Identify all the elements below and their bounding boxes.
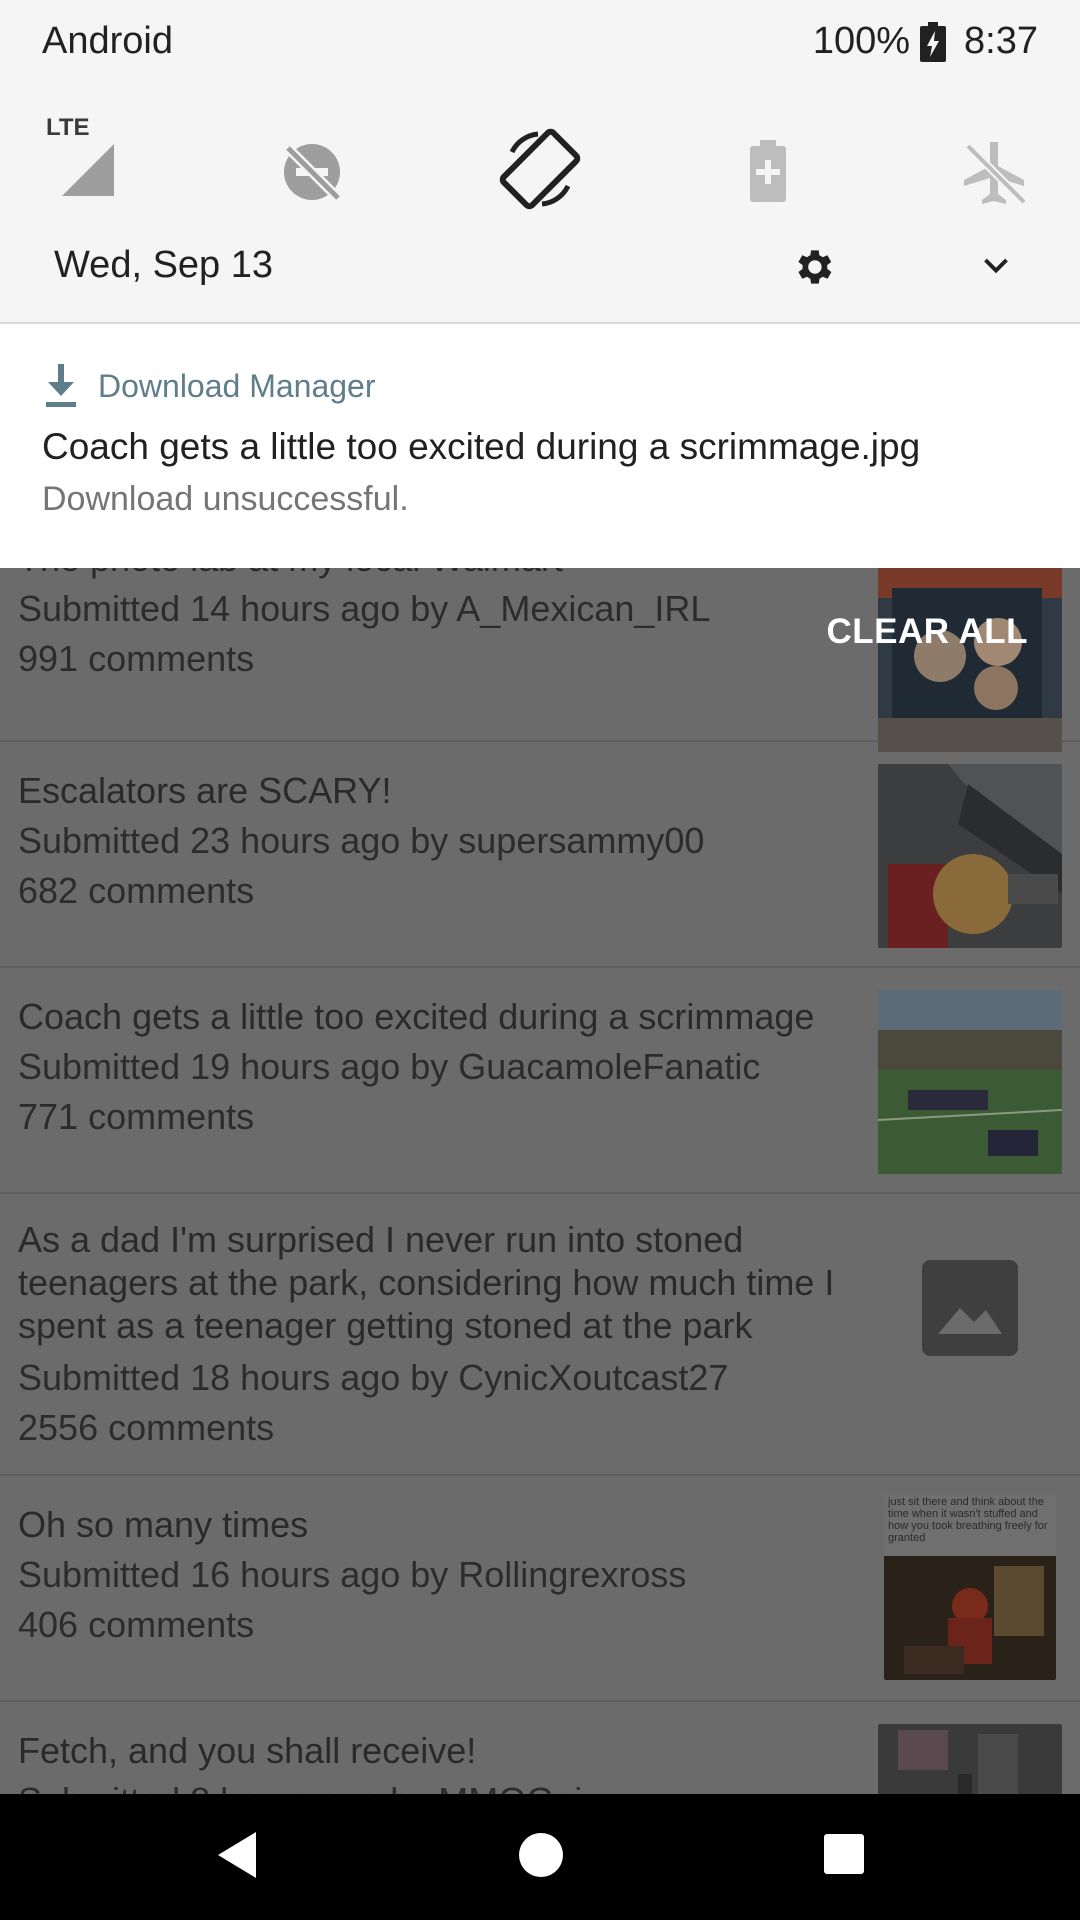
notification-body: Download unsuccessful. — [42, 480, 409, 518]
battery-percent: 100% — [812, 20, 911, 62]
do-not-disturb-off-icon[interactable] — [262, 112, 362, 212]
date-label: Wed, Sep 13 — [54, 244, 274, 286]
status-bar: Android 100% 8:37 — [0, 0, 1080, 86]
home-icon[interactable] — [516, 1830, 566, 1880]
post-thumbnail[interactable] — [878, 990, 1062, 1174]
list-item[interactable]: Coach gets a little too excited during a… — [0, 968, 1080, 1194]
navigation-bar — [0, 1794, 1080, 1920]
post-meta: Submitted 14 hours ago by A_Mexican_IRL — [18, 588, 711, 629]
post-meta: Submitted 23 hours ago by supersammy00 — [18, 820, 705, 861]
post-thumbnail[interactable]: just sit there and think about the time … — [884, 1494, 1056, 1680]
post-meta: Submitted 8 hours ago by MMOGaim — [18, 1776, 868, 1794]
battery-charging-icon — [920, 21, 947, 62]
post-comments: 771 comments — [18, 1096, 255, 1137]
post-title: Oh so many times — [18, 1504, 309, 1545]
post-thumbnail[interactable] — [878, 568, 1062, 752]
carrier-label: Android — [42, 20, 173, 62]
notification-shade: Android 100% 8:37 LTE Wed, Sep 13 Downlo… — [0, 0, 1080, 568]
post-comments: 991 comments — [18, 638, 255, 679]
notification-app-name: Download Manager — [98, 367, 376, 404]
chevron-down-icon[interactable] — [978, 248, 1014, 284]
post-comments: 682 comments — [18, 870, 255, 911]
tile-mobile-data[interactable]: LTE — [40, 112, 140, 212]
list-item[interactable]: Escalators are SCARY! Submitted 23 hours… — [0, 742, 1080, 968]
airplane-mode-icon[interactable] — [944, 112, 1044, 212]
list-item[interactable]: As a dad I'm surprised I never run into … — [0, 1194, 1080, 1476]
post-meta: Submitted 16 hours ago by Rollingrexross — [18, 1554, 687, 1595]
post-title: Escalators are SCARY! — [18, 770, 392, 811]
lte-signal-icon — [62, 144, 114, 196]
thumbnail-caption: just sit there and think about the time … — [888, 1496, 1048, 1544]
thumbnail-image — [884, 1556, 1056, 1680]
post-comments: 2556 comments — [18, 1407, 275, 1448]
download-notification[interactable]: Download Manager Coach gets a little too… — [0, 324, 1080, 568]
post-title: As a dad I'm surprised I never run into … — [18, 1219, 835, 1346]
auto-rotate-icon[interactable] — [490, 112, 590, 212]
post-thumbnail[interactable] — [878, 1724, 1062, 1794]
post-title: Coach gets a little too excited during a… — [18, 996, 815, 1037]
post-meta: Submitted 18 hours ago by CynicXoutcast2… — [18, 1357, 729, 1398]
list-item[interactable]: Fetch, and you shall receive! Submitted … — [0, 1702, 1080, 1794]
list-item[interactable]: Oh so many times Submitted 16 hours ago … — [0, 1476, 1080, 1702]
download-icon — [46, 364, 76, 407]
image-placeholder-icon[interactable] — [922, 1260, 1018, 1356]
post-thumbnail[interactable] — [878, 764, 1062, 948]
gear-icon[interactable] — [790, 244, 836, 290]
notification-title: Coach gets a little too excited during a… — [42, 426, 921, 467]
post-meta: Submitted 19 hours ago by GuacamoleFanat… — [18, 1046, 761, 1087]
clear-all-button[interactable]: CLEAR ALL — [826, 612, 1028, 652]
status-right: 100% 8:37 — [813, 20, 1038, 63]
back-icon[interactable] — [212, 1828, 260, 1882]
battery-saver-icon[interactable] — [718, 112, 818, 212]
post-comments: 406 comments — [18, 1604, 255, 1645]
quick-settings: LTE Wed, Sep 13 — [0, 86, 1080, 324]
notification-header: Download Manager — [42, 364, 376, 408]
recents-icon[interactable] — [822, 1832, 866, 1876]
post-title: Fetch, and you shall receive! — [18, 1730, 477, 1771]
clock: 8:37 — [964, 20, 1038, 62]
